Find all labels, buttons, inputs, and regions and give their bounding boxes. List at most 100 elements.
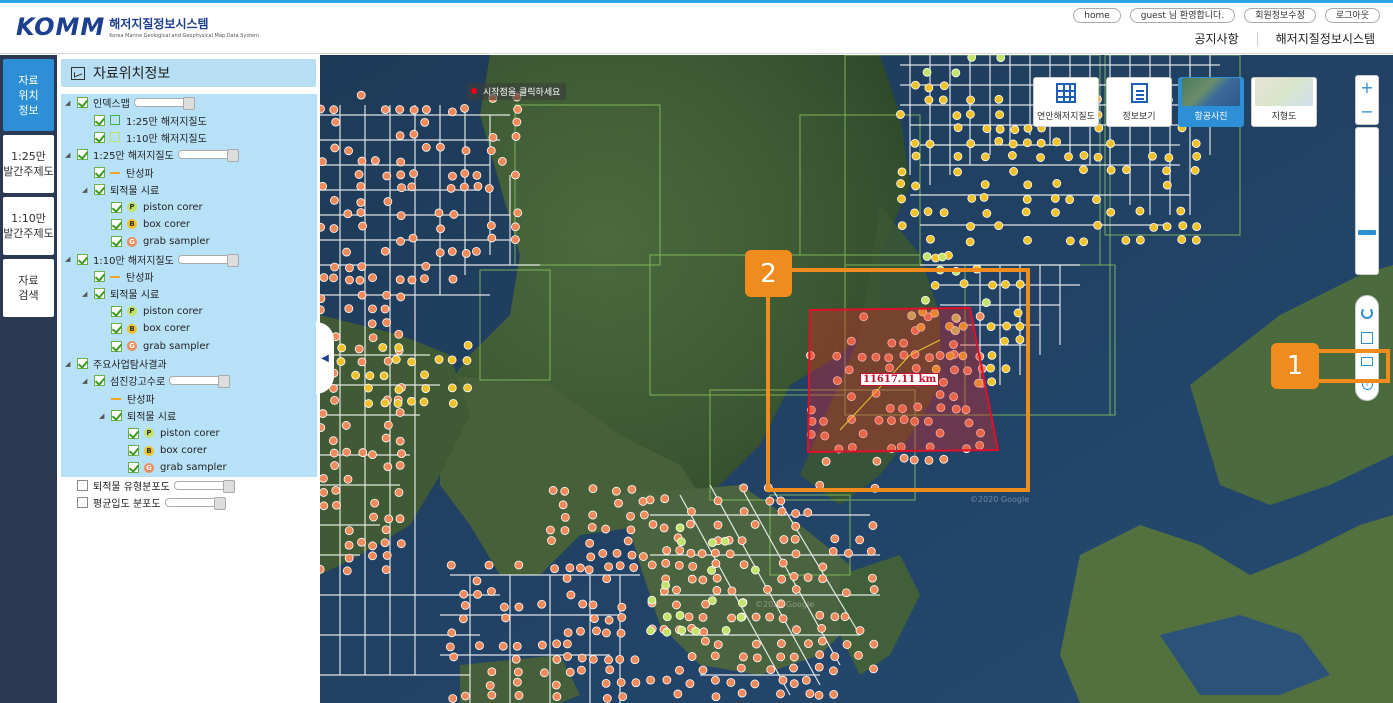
layer-row[interactable]: Ggrab sampler xyxy=(61,459,317,477)
zoom-slider-thumb[interactable] xyxy=(1358,230,1376,235)
sample-point xyxy=(814,690,824,700)
layer-checkbox[interactable] xyxy=(111,201,122,213)
layer-checkbox[interactable] xyxy=(94,288,105,300)
layer-row[interactable]: Ggrab sampler xyxy=(61,337,317,355)
nav-250k-maps[interactable]: 1:25만 발간주제도 xyxy=(3,135,54,193)
map-type-satellite[interactable]: 항공사진 xyxy=(1178,77,1244,127)
opacity-slider[interactable] xyxy=(173,479,235,493)
layer-row[interactable]: ◢ 퇴적물 시료 xyxy=(61,285,317,303)
layer-checkbox[interactable] xyxy=(77,253,88,265)
layer-checkbox[interactable] xyxy=(128,427,139,439)
layer-checkbox[interactable] xyxy=(111,323,122,335)
layer-checkbox[interactable] xyxy=(111,236,122,248)
zoom-slider[interactable] xyxy=(1355,127,1379,275)
layer-row[interactable]: ◢ 1:10만 해저지질도 xyxy=(61,250,317,268)
sample-point xyxy=(725,549,735,559)
sample-point xyxy=(395,105,405,114)
layer-checkbox[interactable] xyxy=(94,131,105,143)
layer-row[interactable]: 평균입도 분포도 xyxy=(61,494,317,511)
sample-point xyxy=(460,103,469,113)
panel-collapse-button[interactable]: ◀ xyxy=(316,322,334,394)
home-link[interactable]: home xyxy=(1073,8,1121,23)
layer-row[interactable]: Ppiston corer xyxy=(61,302,317,321)
layer-checkbox[interactable] xyxy=(111,218,122,230)
sample-point xyxy=(967,55,977,62)
opacity-slider[interactable] xyxy=(177,149,239,163)
refresh-icon[interactable] xyxy=(1361,306,1373,319)
layer-row[interactable]: ◢ 주요사업탐사결과 xyxy=(61,354,317,373)
layer-checkbox[interactable] xyxy=(94,271,105,283)
zoom-in-button[interactable]: + xyxy=(1360,80,1373,96)
layer-row[interactable]: ◢ 인덱스맵 xyxy=(61,94,317,112)
expand-triangle-icon[interactable]: ◢ xyxy=(65,360,73,368)
sample-point xyxy=(436,224,445,234)
layer-row[interactable]: 탄성파 xyxy=(61,389,317,408)
layer-checkbox[interactable] xyxy=(77,358,88,370)
layer-row[interactable]: ◢ 퇴적물 시료 xyxy=(61,180,317,199)
expand-triangle-icon[interactable]: ◢ xyxy=(82,290,90,298)
layer-checkbox[interactable] xyxy=(128,445,139,456)
layer-checkbox[interactable] xyxy=(94,184,105,196)
layer-checkbox[interactable] xyxy=(94,375,105,387)
sample-point xyxy=(855,626,865,635)
sample-point xyxy=(590,614,599,624)
sample-point xyxy=(778,675,788,685)
layer-row[interactable]: Ppiston corer xyxy=(61,198,317,216)
logout-link[interactable]: 로그아웃 xyxy=(1324,8,1380,23)
map-watermark-2: ©2020 Google xyxy=(755,600,815,609)
layer-checkbox[interactable] xyxy=(128,462,139,474)
layer-row[interactable]: Ggrab sampler xyxy=(61,233,317,251)
layer-checkbox[interactable] xyxy=(111,410,122,422)
layer-checkbox[interactable] xyxy=(77,479,88,491)
layer-row[interactable]: 탄성파 xyxy=(61,163,317,181)
sample-point xyxy=(1178,221,1188,231)
layer-row[interactable]: 1:10만 해저지질도 xyxy=(61,128,317,147)
expand-triangle-icon[interactable]: ◢ xyxy=(82,377,90,385)
layer-row[interactable]: ◢ 1:25만 해저지질도 xyxy=(61,146,317,164)
map-type-coastal[interactable]: 연안해저지질도 xyxy=(1033,77,1099,127)
layer-checkbox[interactable] xyxy=(77,149,88,161)
layer-row[interactable]: 퇴적물 유형분포도 xyxy=(61,477,317,494)
sample-point xyxy=(616,677,626,687)
layer-row[interactable]: Bbox corer xyxy=(61,215,317,234)
layer-row[interactable]: 1:25만 해저지질도 xyxy=(61,111,317,129)
layer-checkbox[interactable] xyxy=(111,340,122,352)
edit-profile-link[interactable]: 회원정보수정 xyxy=(1244,8,1316,23)
expand-triangle-icon[interactable]: ◢ xyxy=(65,255,73,263)
nav-data-search[interactable]: 자료 검색 xyxy=(3,259,54,317)
expand-triangle-icon[interactable]: ◢ xyxy=(99,412,107,420)
expand-triangle-icon[interactable]: ◢ xyxy=(82,186,90,194)
layer-row[interactable]: 탄성파 xyxy=(61,267,317,286)
nav-system[interactable]: 해저지질정보시스템 xyxy=(1276,30,1375,47)
sample-point xyxy=(383,420,393,430)
layer-row[interactable]: Bbox corer xyxy=(61,320,317,338)
layer-row[interactable]: ◢ 퇴적물 시료 xyxy=(61,407,317,425)
nav-location-info[interactable]: 자료 위치 정보 xyxy=(3,59,54,131)
layer-checkbox[interactable] xyxy=(94,114,105,126)
opacity-slider[interactable] xyxy=(133,97,195,111)
layer-checkbox[interactable] xyxy=(77,97,88,109)
sample-point xyxy=(1192,222,1202,232)
sample-point xyxy=(397,449,406,459)
opacity-slider[interactable] xyxy=(169,375,231,389)
sample-point xyxy=(343,474,353,484)
opacity-slider[interactable] xyxy=(164,497,226,511)
expand-triangle-icon[interactable]: ◢ xyxy=(65,99,73,107)
logo[interactable]: KOMM 해저지질정보시스템 Korea Marine Geological a… xyxy=(16,13,259,41)
expand-triangle-icon[interactable]: ◢ xyxy=(65,151,73,159)
opacity-slider[interactable] xyxy=(177,253,239,267)
layer-checkbox[interactable] xyxy=(111,305,122,317)
layer-checkbox[interactable] xyxy=(94,166,105,178)
sq-light-legend-icon xyxy=(110,132,120,143)
map-type-terrain[interactable]: 지형도 xyxy=(1251,77,1317,127)
zoom-out-button[interactable]: − xyxy=(1360,104,1373,120)
layer-row[interactable]: Bbox corer xyxy=(61,441,317,460)
layer-row[interactable]: Ppiston corer xyxy=(61,424,317,442)
sample-point xyxy=(686,548,696,558)
fullscreen-icon[interactable] xyxy=(1361,331,1373,344)
nav-notice[interactable]: 공지사항 xyxy=(1194,30,1238,47)
layer-row[interactable]: ◢ 섬진강고수로 xyxy=(61,372,317,390)
map-type-info[interactable]: 정보보기 xyxy=(1106,77,1172,127)
nav-100k-maps[interactable]: 1:10만 발간주제도 xyxy=(3,197,54,255)
layer-checkbox[interactable] xyxy=(77,497,88,509)
